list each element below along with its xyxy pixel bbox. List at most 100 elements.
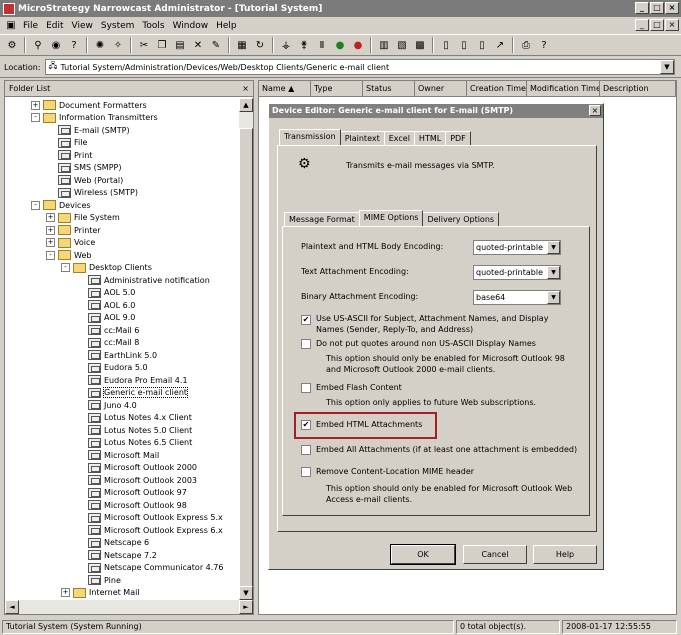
horizontal-scrollbar[interactable]: ◄ ► bbox=[5, 600, 253, 614]
report-icon[interactable]: ▧ bbox=[394, 37, 410, 53]
location-field[interactable]: 🖧 Tutorial System/Administration/Devices… bbox=[44, 59, 675, 75]
delete-icon[interactable]: ✕ bbox=[190, 37, 206, 53]
embed-flash-checkbox[interactable] bbox=[301, 383, 311, 393]
layout2-icon[interactable]: ▯ bbox=[456, 37, 472, 53]
tree-item[interactable]: Generic e-mail client bbox=[88, 387, 189, 399]
tree-item[interactable]: + Printer bbox=[46, 224, 101, 236]
expand-icon[interactable]: + bbox=[31, 100, 40, 110]
text-attachment-encoding-select[interactable]: quoted-printable ▼ bbox=[473, 265, 561, 280]
network-icon[interactable]: ⚶ bbox=[278, 37, 294, 53]
tree-item[interactable]: Microsoft Outlook 98 bbox=[88, 499, 187, 511]
tab-mime-options[interactable]: MIME Options bbox=[358, 210, 424, 226]
column-header-creation-time[interactable]: Creation Time bbox=[467, 81, 527, 97]
expand-icon[interactable]: + bbox=[46, 213, 55, 222]
tab-plaintext[interactable]: Plaintext bbox=[339, 131, 385, 145]
tree-item[interactable]: Eudora 5.0 bbox=[88, 362, 148, 374]
expand-icon[interactable]: + bbox=[61, 588, 70, 597]
tree-item[interactable]: E-mail (SMTP) bbox=[58, 124, 130, 136]
scroll-track[interactable] bbox=[19, 600, 239, 614]
import-icon[interactable]: ▦ bbox=[234, 37, 250, 53]
tree-item[interactable]: AOL 6.0 bbox=[88, 299, 135, 311]
tree-item[interactable]: + File System bbox=[46, 212, 120, 224]
chevron-down-icon[interactable]: ▼ bbox=[547, 291, 560, 304]
chevron-down-icon[interactable]: ▼ bbox=[660, 60, 674, 74]
chevron-down-icon[interactable]: ▼ bbox=[547, 266, 560, 279]
maximize-button[interactable]: □ bbox=[650, 2, 664, 14]
tree-item[interactable]: Wireless (SMTP) bbox=[58, 187, 138, 199]
collapse-icon[interactable]: - bbox=[31, 200, 40, 210]
tree-item[interactable]: Microsoft Mail bbox=[88, 449, 159, 461]
collapse-icon[interactable]: - bbox=[46, 250, 55, 260]
tree-item[interactable]: - Devices bbox=[31, 199, 91, 211]
body-encoding-select[interactable]: quoted-printable ▼ bbox=[473, 240, 561, 255]
play-icon[interactable]: ● bbox=[332, 37, 348, 53]
network2-icon[interactable]: ⚵ bbox=[296, 37, 312, 53]
tab-html[interactable]: HTML bbox=[413, 131, 447, 145]
tree-item[interactable]: cc:Mail 8 bbox=[88, 337, 139, 349]
scroll-right-button[interactable]: ► bbox=[239, 600, 253, 614]
close-button[interactable]: × bbox=[665, 2, 679, 14]
copy-icon[interactable]: ❐ bbox=[154, 37, 170, 53]
expand-icon[interactable]: + bbox=[46, 225, 55, 235]
scroll-down-button[interactable]: ▼ bbox=[239, 586, 253, 600]
tree-item[interactable]: Microsoft Outlook Express 6.x bbox=[88, 524, 223, 536]
menu-tools[interactable]: Tools bbox=[138, 21, 168, 31]
column-header-modification-time[interactable]: Modification Time bbox=[527, 81, 600, 97]
cut-icon[interactable]: ✂ bbox=[136, 37, 152, 53]
tab-message-format[interactable]: Message Format bbox=[284, 212, 360, 226]
tree-item[interactable]: Web (Portal) bbox=[58, 174, 123, 186]
tree-item[interactable]: AOL 5.0 bbox=[88, 287, 135, 299]
tree-item[interactable]: AOL 9.0 bbox=[88, 312, 135, 324]
edit-icon[interactable]: ✎ bbox=[208, 37, 224, 53]
vertical-scrollbar[interactable]: ▲ ▼ bbox=[239, 98, 253, 600]
dialog-close-button[interactable]: × bbox=[589, 105, 601, 116]
tree-item[interactable]: Print bbox=[58, 149, 92, 161]
wizard-icon[interactable]: ✧ bbox=[110, 37, 126, 53]
idea-icon[interactable]: ✺ bbox=[92, 37, 108, 53]
column-header-description[interactable]: Description bbox=[600, 81, 676, 97]
tree-item[interactable]: Administrative notification bbox=[88, 274, 210, 286]
new-object-icon[interactable]: ⚙ bbox=[4, 37, 20, 53]
close-icon[interactable]: × bbox=[242, 84, 249, 93]
embed-all-attachments-checkbox[interactable] bbox=[301, 445, 311, 455]
embed-html-attachments-checkbox[interactable]: ✔ bbox=[301, 420, 311, 430]
tree-item[interactable]: Microsoft Outlook 2003 bbox=[88, 474, 197, 486]
collapse-icon[interactable]: - bbox=[61, 263, 70, 272]
mdi-system-icon[interactable]: ▣ bbox=[3, 18, 19, 34]
mdi-restore-button[interactable]: □ bbox=[650, 19, 664, 31]
find-icon[interactable]: ⚲ bbox=[30, 37, 46, 53]
menu-view[interactable]: View bbox=[68, 21, 97, 31]
layout1-icon[interactable]: ▯ bbox=[438, 37, 454, 53]
tree-item[interactable]: Netscape 7.2 bbox=[88, 549, 157, 561]
expand-icon[interactable]: + bbox=[46, 238, 55, 247]
tree-item[interactable]: SMS (SMPP) bbox=[58, 162, 121, 174]
mdi-close-button[interactable]: × bbox=[665, 19, 679, 31]
refresh-icon[interactable]: ↻ bbox=[252, 37, 268, 53]
tree-item[interactable]: Netscape Communicator 4.76 bbox=[88, 562, 223, 574]
tree-item[interactable]: Lotus Notes 4.x Client bbox=[88, 412, 192, 424]
tree-item[interactable]: Eudora Pro Email 4.1 bbox=[88, 374, 188, 386]
binary-attachment-encoding-select[interactable]: base64 ▼ bbox=[473, 290, 561, 305]
use-us-ascii-checkbox[interactable]: ✔ bbox=[301, 315, 311, 325]
ok-button[interactable]: OK bbox=[390, 544, 456, 565]
tree-item[interactable]: - Desktop Clients bbox=[61, 262, 152, 274]
tab-excel[interactable]: Excel bbox=[383, 131, 415, 145]
tree-item[interactable]: Microsoft Outlook Express 5.x bbox=[88, 512, 223, 524]
scroll-thumb[interactable] bbox=[239, 128, 253, 590]
layout3-icon[interactable]: ▯ bbox=[474, 37, 490, 53]
column-header-name[interactable]: Name ▲ bbox=[259, 81, 311, 97]
collapse-icon[interactable]: - bbox=[31, 113, 40, 122]
tree-item[interactable]: Lotus Notes 6.5 Client bbox=[88, 437, 192, 449]
properties-icon[interactable]: ◉ bbox=[48, 37, 64, 53]
pause-icon[interactable]: Ⅱ bbox=[314, 37, 330, 53]
tab-transmission[interactable]: Transmission bbox=[279, 129, 341, 145]
tree-item[interactable]: - Web bbox=[46, 249, 91, 261]
monitor-icon[interactable]: ▥ bbox=[376, 37, 392, 53]
tree-item[interactable]: - Information Transmitters bbox=[31, 112, 158, 124]
mdi-minimize-button[interactable]: _ bbox=[635, 19, 649, 31]
menu-file[interactable]: File bbox=[19, 21, 42, 31]
menu-window[interactable]: Window bbox=[169, 21, 213, 31]
print-icon[interactable]: ⎙ bbox=[518, 37, 534, 53]
tab-delivery-options[interactable]: Delivery Options bbox=[422, 212, 500, 226]
menu-edit[interactable]: Edit bbox=[42, 21, 67, 31]
